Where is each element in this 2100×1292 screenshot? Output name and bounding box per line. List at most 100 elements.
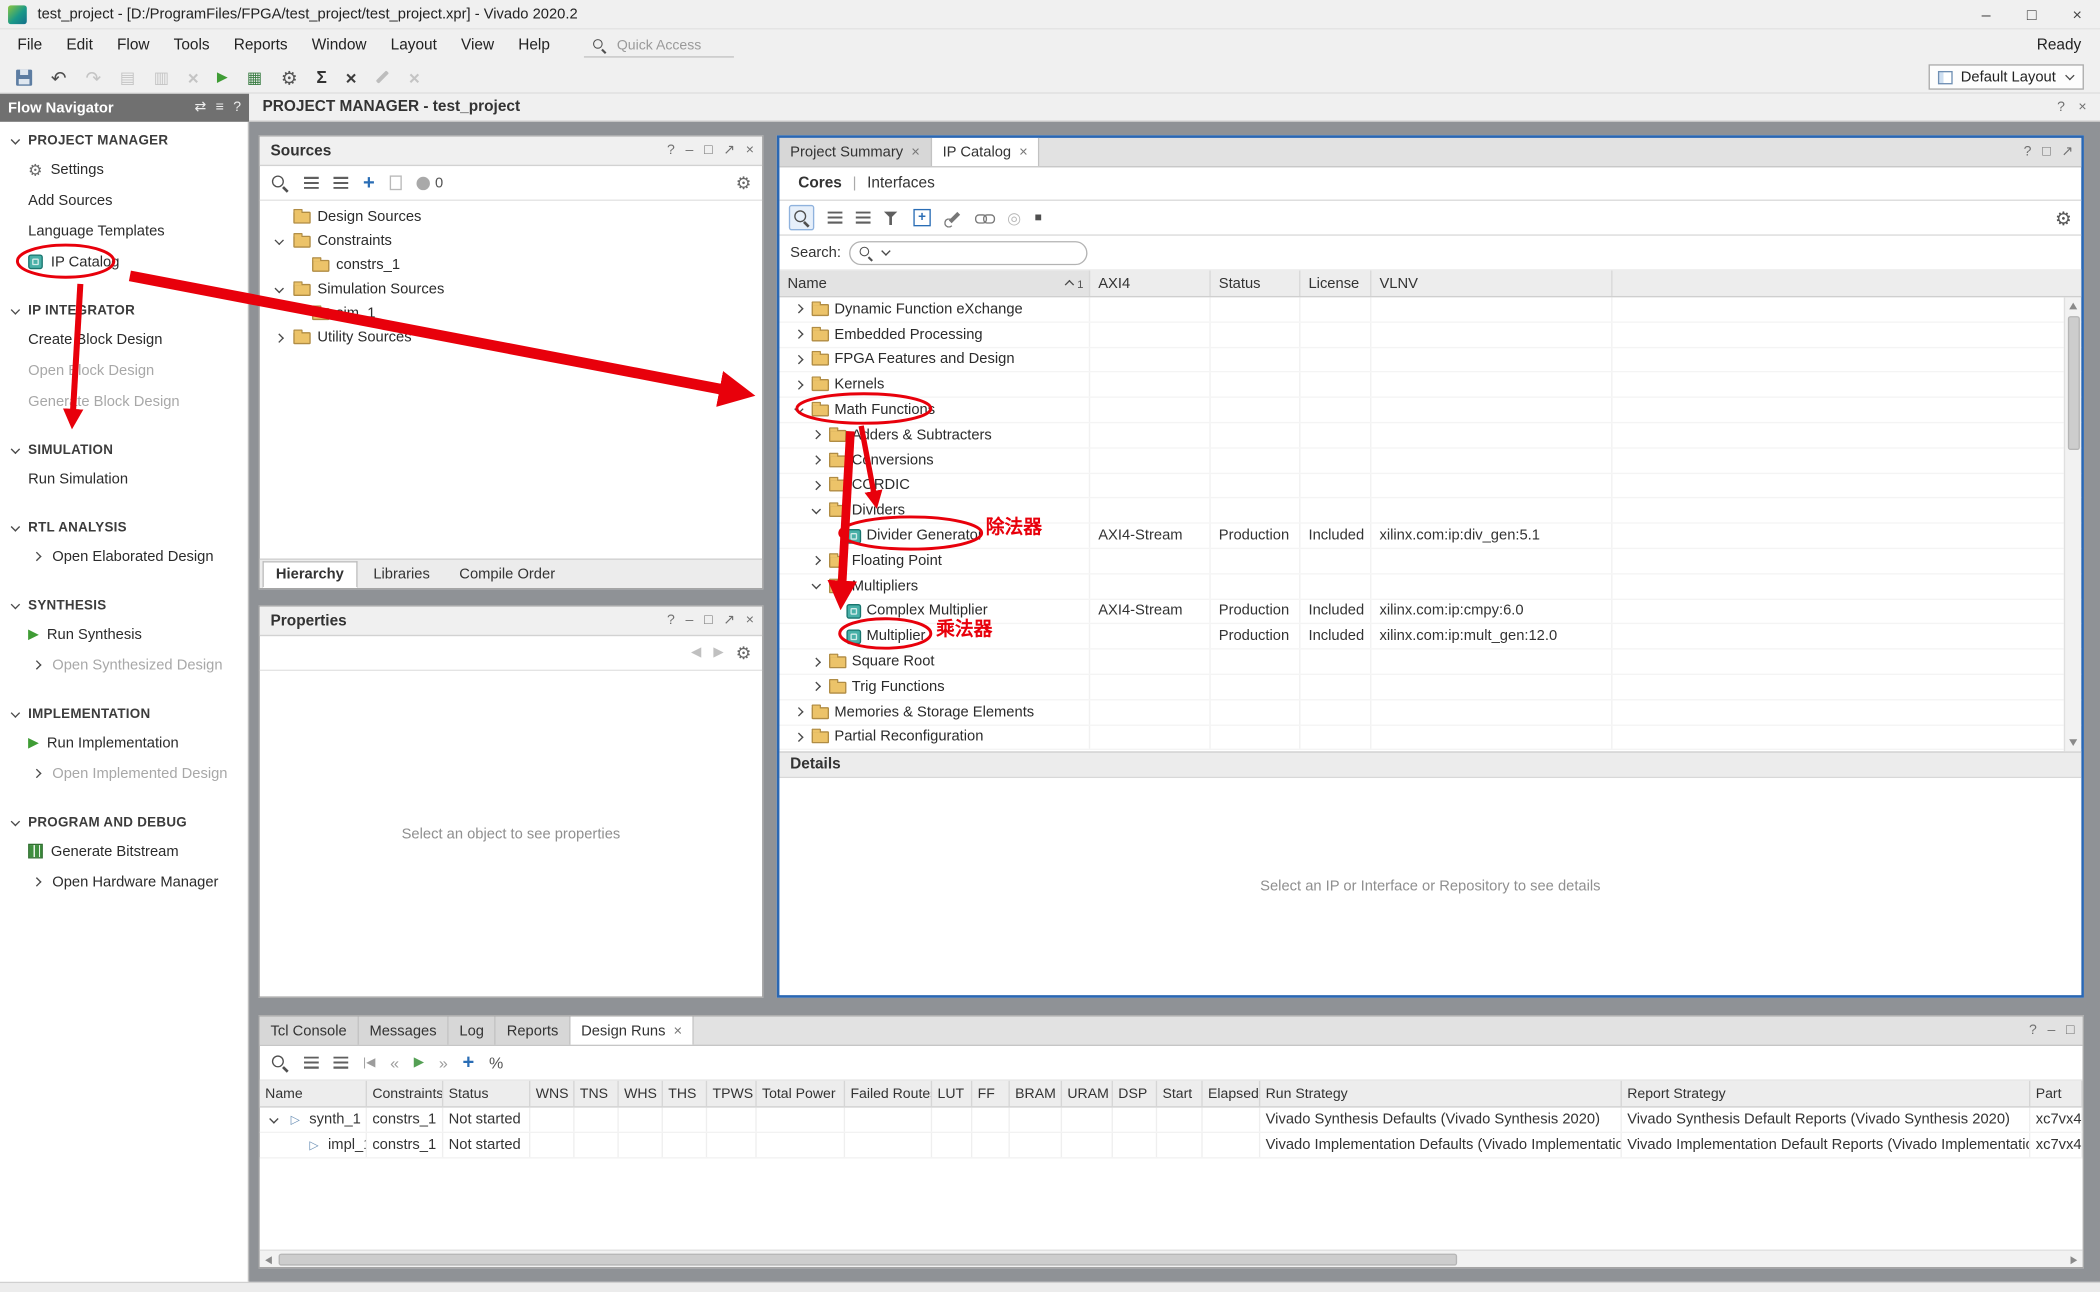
expand-all-icon[interactable] bbox=[333, 1057, 348, 1069]
column-header-lut[interactable]: LUT bbox=[932, 1081, 972, 1106]
source-tree-item-design-sources[interactable]: Design Sources bbox=[260, 205, 762, 229]
forward-icon[interactable]: ▶ bbox=[713, 646, 723, 659]
tree-chevron[interactable] bbox=[808, 503, 824, 519]
close-icon[interactable]: × bbox=[2078, 100, 2086, 114]
column-header-ths[interactable]: THS bbox=[663, 1081, 707, 1106]
menu-tools[interactable]: Tools bbox=[162, 37, 222, 53]
flow-nav-item-add-sources[interactable]: Add Sources bbox=[0, 185, 248, 216]
column-header-axi4[interactable]: AXI4 bbox=[1090, 271, 1211, 296]
menu-layout[interactable]: Layout bbox=[379, 37, 449, 53]
column-header-tns[interactable]: TNS bbox=[575, 1081, 619, 1106]
source-tree-item-constraints[interactable]: Constraints bbox=[260, 229, 762, 253]
ip-row-math-functions[interactable]: Math Functions bbox=[779, 398, 2081, 423]
console-tab-design-runs[interactable]: Design Runs× bbox=[570, 1017, 694, 1045]
column-header-part[interactable]: Part bbox=[2030, 1081, 2082, 1106]
maximize-icon[interactable]: □ bbox=[704, 144, 712, 158]
collapse-all-icon[interactable] bbox=[828, 212, 843, 224]
tab-close-icon[interactable]: × bbox=[911, 144, 920, 160]
column-header-total-power[interactable]: Total Power bbox=[757, 1081, 845, 1106]
flow-nav-item-generate-block-design[interactable]: Generate Block Design bbox=[0, 386, 248, 417]
ip-row-floating-point[interactable]: Floating Point bbox=[779, 549, 2081, 574]
help-icon[interactable]: ? bbox=[2029, 1024, 2037, 1038]
quick-access-search[interactable]: Quick Access bbox=[583, 34, 733, 57]
close-icon[interactable]: × bbox=[746, 614, 754, 628]
menu-file[interactable]: File bbox=[5, 37, 54, 53]
collapse-all-icon[interactable] bbox=[304, 1057, 319, 1069]
maximize-icon[interactable]: □ bbox=[2066, 1024, 2074, 1038]
flow-nav-section-header[interactable]: PROGRAM AND DEBUG bbox=[0, 809, 248, 836]
source-tree-item-sim-1[interactable]: sim_1 bbox=[260, 301, 762, 325]
minimize-button[interactable]: – bbox=[1963, 0, 2009, 28]
tree-chevron[interactable] bbox=[790, 326, 806, 342]
add-ip-icon[interactable] bbox=[913, 209, 930, 226]
editor-tab-ip-catalog[interactable]: IP Catalog× bbox=[932, 138, 1040, 166]
menu-reports[interactable]: Reports bbox=[222, 37, 300, 53]
ip-view-cores[interactable]: Cores bbox=[798, 175, 842, 191]
ip-row-fpga-features-and-design[interactable]: FPGA Features and Design bbox=[779, 348, 2081, 373]
tree-chevron[interactable] bbox=[808, 578, 824, 594]
percent-icon[interactable]: % bbox=[489, 1055, 503, 1071]
help-icon[interactable]: ? bbox=[2057, 100, 2065, 114]
console-tab-log[interactable]: Log bbox=[449, 1017, 496, 1045]
column-header-report-strategy[interactable]: Report Strategy bbox=[1622, 1081, 2030, 1106]
flow-nav-item-create-block-design[interactable]: Create Block Design bbox=[0, 324, 248, 355]
sources-tab-compile-order[interactable]: Compile Order bbox=[446, 561, 569, 588]
tree-chevron[interactable] bbox=[790, 402, 806, 418]
expand-all-icon[interactable] bbox=[333, 177, 348, 189]
help-icon[interactable]: ? bbox=[233, 101, 241, 115]
report-icon[interactable]: ▤ bbox=[120, 69, 135, 85]
scrollbar-thumb[interactable] bbox=[279, 1253, 1458, 1265]
delete-icon[interactable]: × bbox=[188, 68, 199, 87]
column-header-failed-routes[interactable]: Failed Routes bbox=[845, 1081, 932, 1106]
tree-chevron[interactable] bbox=[790, 301, 806, 317]
redo-icon[interactable]: ↷ bbox=[85, 68, 101, 87]
tree-chevron[interactable] bbox=[271, 329, 287, 345]
report-sum-icon[interactable]: Σ bbox=[316, 68, 326, 85]
float-icon[interactable]: ↗ bbox=[723, 614, 735, 628]
collapse-all-icon[interactable] bbox=[304, 177, 319, 189]
sources-tab-libraries[interactable]: Libraries bbox=[360, 561, 443, 588]
menu-flow[interactable]: Flow bbox=[105, 37, 162, 53]
flow-nav-item-run-implementation[interactable]: Run Implementation bbox=[0, 727, 248, 758]
design-run-row-impl-1[interactable]: ▷impl_1constrs_1Not startedVivado Implem… bbox=[260, 1133, 2083, 1158]
swap-icon[interactable]: ⇄ bbox=[194, 101, 206, 115]
column-header-status[interactable]: Status bbox=[1211, 271, 1301, 296]
edit-icon[interactable] bbox=[376, 70, 389, 83]
close-design-icon[interactable]: × bbox=[346, 68, 357, 87]
source-tree-item-utility-sources[interactable]: Utility Sources bbox=[260, 325, 762, 349]
tree-chevron[interactable] bbox=[265, 1112, 281, 1128]
column-header-name[interactable]: Name bbox=[260, 1081, 367, 1106]
horizontal-scrollbar[interactable] bbox=[260, 1250, 2083, 1267]
tree-chevron[interactable] bbox=[790, 377, 806, 393]
tree-chevron[interactable] bbox=[790, 704, 806, 720]
ip-link-icon[interactable] bbox=[975, 211, 994, 224]
ip-row-dynamic-function-exchange[interactable]: Dynamic Function eXchange bbox=[779, 297, 2081, 322]
menu-help[interactable]: Help bbox=[506, 37, 562, 53]
scroll-right-icon[interactable] bbox=[2071, 1256, 2078, 1264]
column-header-run-strategy[interactable]: Run Strategy bbox=[1260, 1081, 1622, 1106]
column-header-dsp[interactable]: DSP bbox=[1113, 1081, 1157, 1106]
float-icon[interactable]: ↗ bbox=[2061, 145, 2073, 159]
tree-chevron[interactable] bbox=[790, 729, 806, 745]
minimize-icon[interactable]: – bbox=[2048, 1024, 2056, 1038]
scroll-left-icon[interactable] bbox=[265, 1256, 272, 1264]
customize-ip-icon[interactable] bbox=[944, 209, 961, 226]
scroll-up-icon[interactable] bbox=[2069, 303, 2077, 310]
skip-forward-icon[interactable]: » bbox=[439, 1055, 448, 1071]
flow-nav-item-ip-catalog[interactable]: IP Catalog bbox=[0, 246, 248, 277]
flow-nav-item-run-simulation[interactable]: Run Simulation bbox=[0, 463, 248, 494]
launch-runs-icon[interactable]: ▶ bbox=[414, 1056, 424, 1069]
maximize-icon[interactable]: □ bbox=[704, 614, 712, 628]
ip-row-adders-subtracters[interactable]: Adders & Subtracters bbox=[779, 423, 2081, 448]
tree-chevron[interactable] bbox=[808, 553, 824, 569]
ip-row-conversions[interactable]: Conversions bbox=[779, 448, 2081, 473]
help-icon[interactable]: ? bbox=[667, 144, 675, 158]
search-icon[interactable] bbox=[271, 173, 290, 192]
settings-gear-icon[interactable]: ⚙ bbox=[736, 644, 752, 661]
target-icon[interactable]: ◎ bbox=[1007, 210, 1021, 226]
tree-chevron[interactable] bbox=[808, 427, 824, 443]
close-icon[interactable]: × bbox=[746, 144, 754, 158]
flow-nav-section-header[interactable]: RTL ANALYSIS bbox=[0, 514, 248, 541]
layout-selector[interactable]: Default Layout bbox=[1929, 64, 2084, 89]
ip-row-dividers[interactable]: Dividers bbox=[779, 499, 2081, 524]
